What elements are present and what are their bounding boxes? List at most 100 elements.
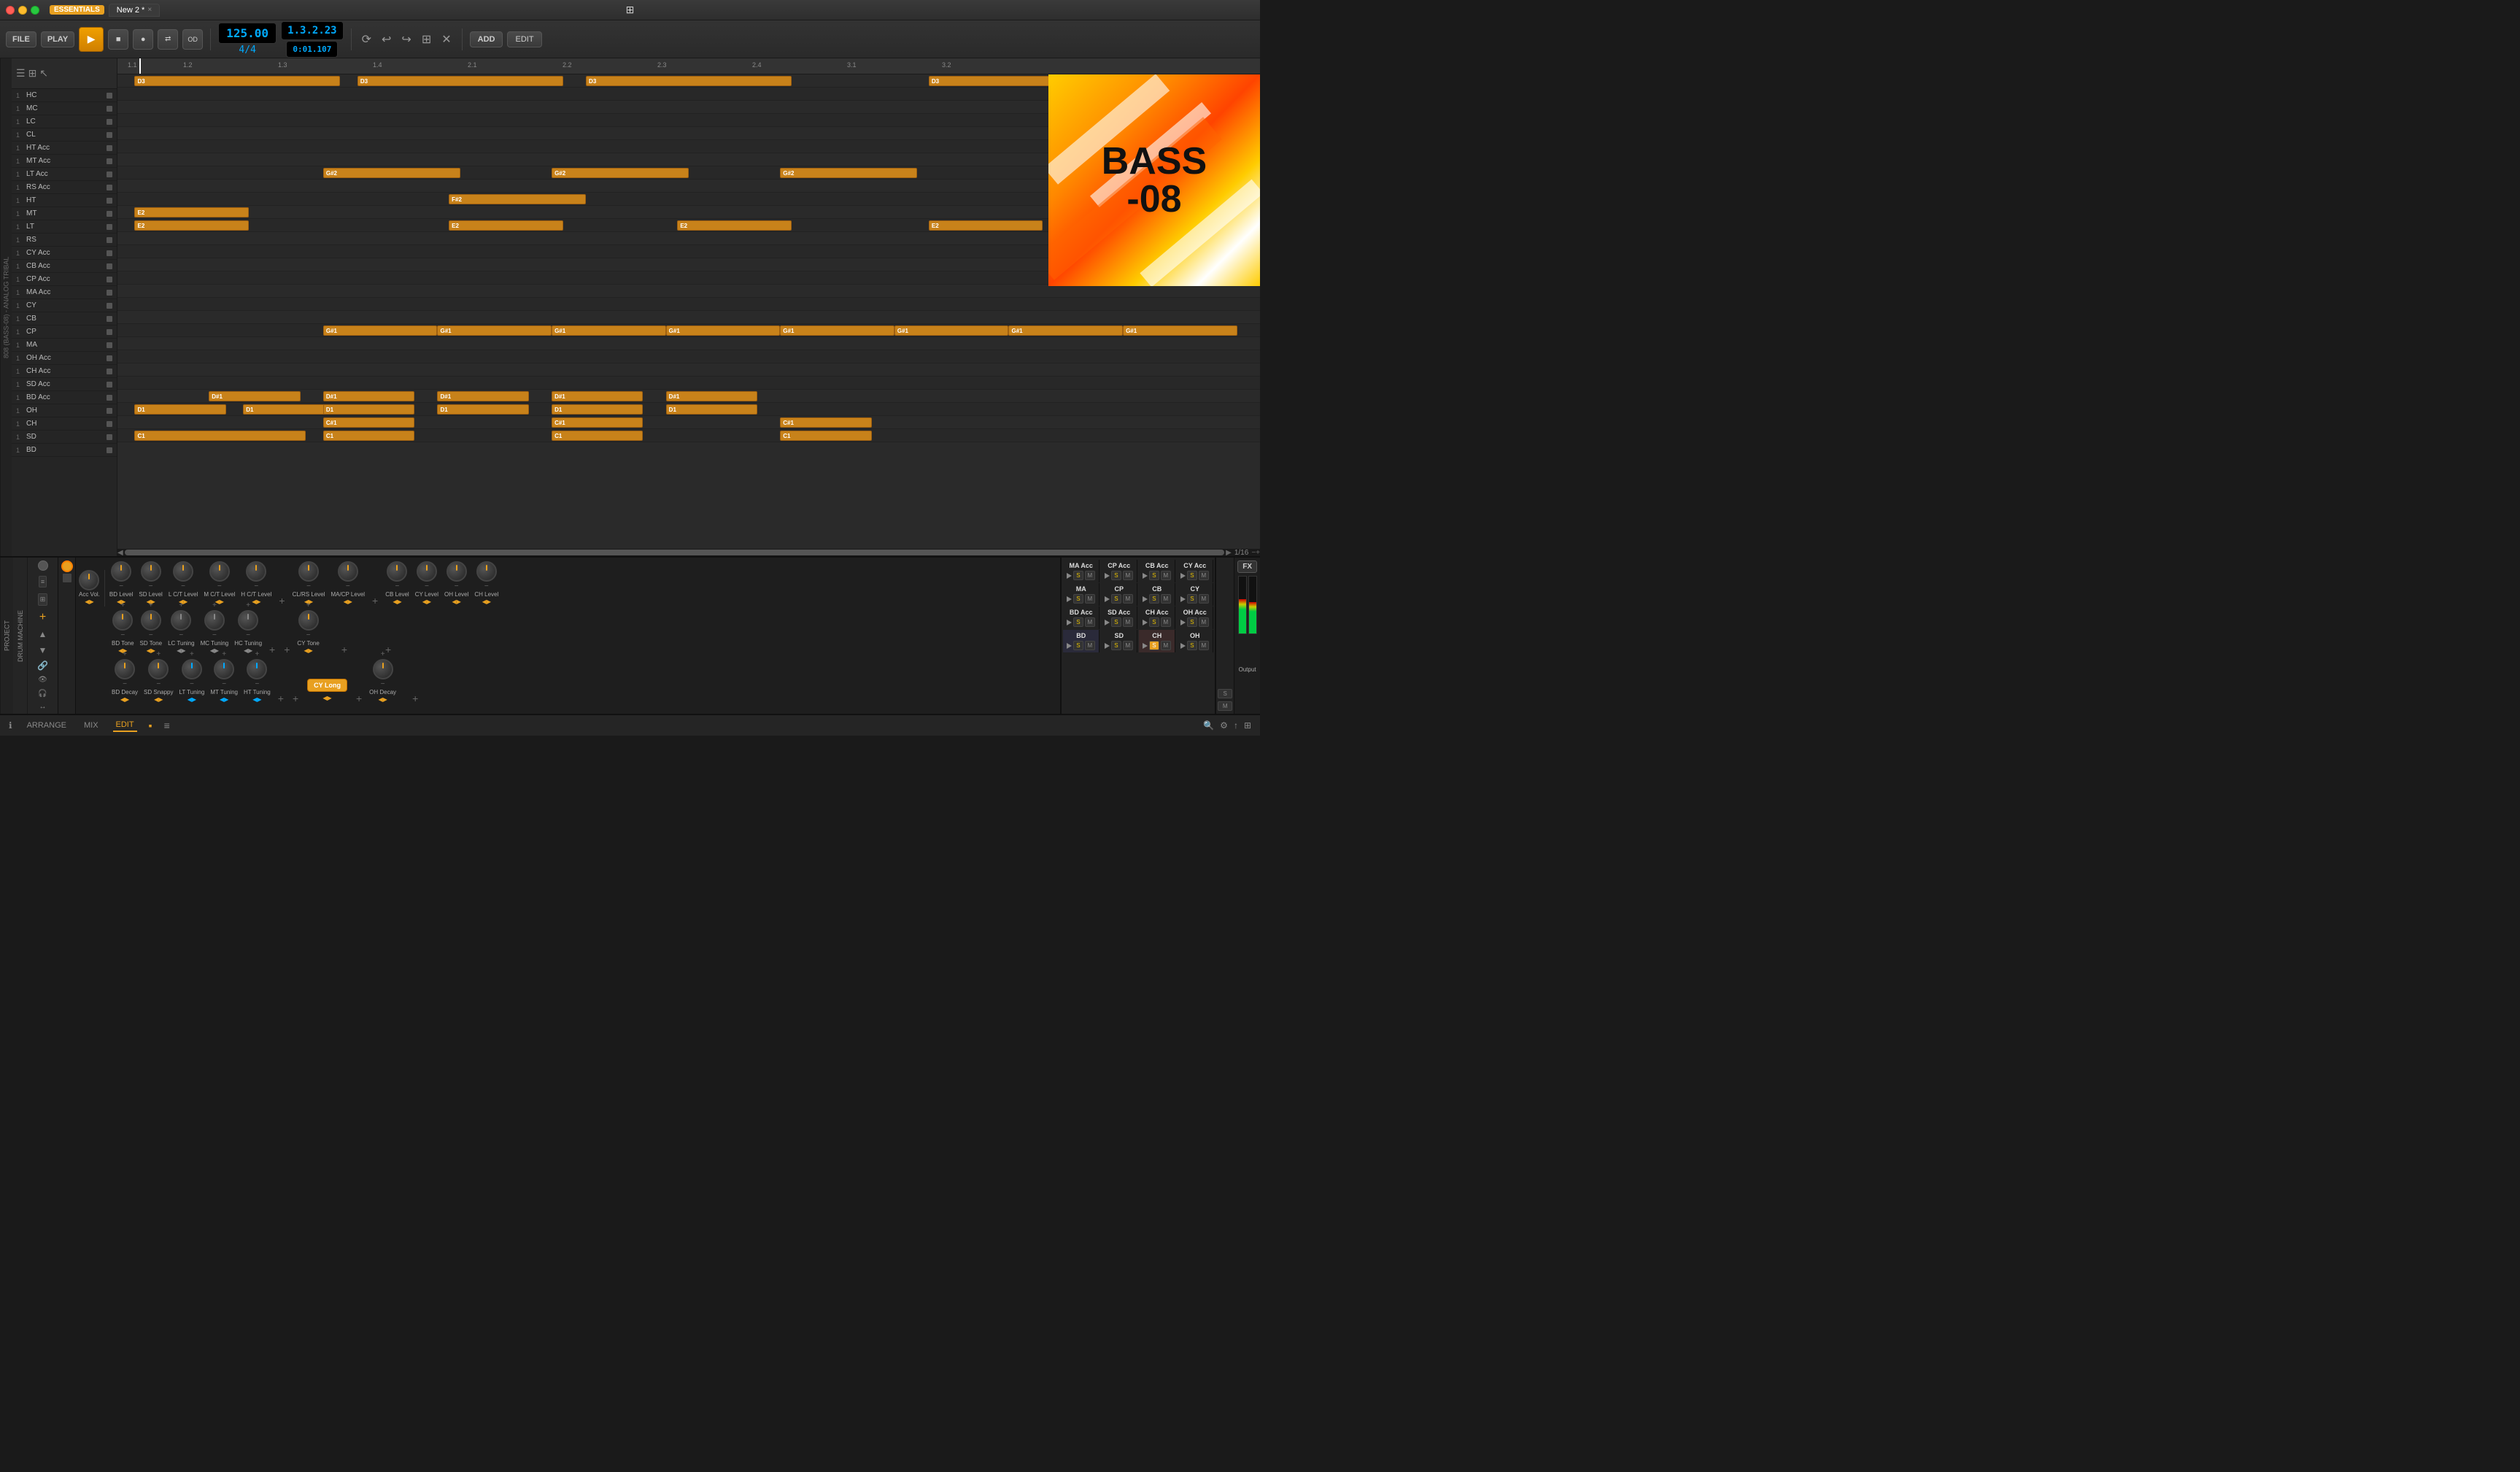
cp-play[interactable] <box>1105 596 1110 602</box>
sd-snappy-control[interactable] <box>148 659 169 679</box>
sd-snappy-minus[interactable]: − <box>155 680 161 688</box>
sd-level-control[interactable] <box>141 561 161 582</box>
overdub-button[interactable]: OD <box>182 29 203 50</box>
cp-s[interactable]: S <box>1111 594 1121 604</box>
cy-acc-play[interactable] <box>1180 573 1186 579</box>
cb-acc-m[interactable]: M <box>1161 571 1172 580</box>
search-icon[interactable]: 🔍 <box>1203 720 1214 731</box>
bd-play[interactable] <box>1067 643 1072 649</box>
track-row[interactable] <box>117 298 1260 311</box>
cb-m[interactable]: M <box>1161 594 1172 604</box>
ma-play[interactable] <box>1067 596 1072 602</box>
track-row[interactable] <box>117 350 1260 363</box>
lct-plus[interactable]: + <box>180 558 186 560</box>
track-item[interactable]: 1CL <box>12 128 117 142</box>
ma-s[interactable]: S <box>1073 594 1083 604</box>
oh-acc-play[interactable] <box>1180 620 1186 625</box>
horizontal-scrollbar[interactable]: ◀ ▶ 1/16 − + <box>117 549 1260 556</box>
bd-m[interactable]: M <box>1085 641 1096 650</box>
oh-decay-plus[interactable]: + <box>380 650 386 658</box>
cy-long-button[interactable]: CY Long <box>307 679 347 692</box>
track-item[interactable]: 1HC <box>12 89 117 102</box>
clip[interactable]: D3 <box>586 76 792 86</box>
macp-plus[interactable]: + <box>345 558 351 560</box>
dm-toggle-1[interactable] <box>63 574 71 582</box>
forward-button[interactable]: ↪ <box>398 29 414 50</box>
track-item[interactable]: 1MA Acc <box>12 286 117 299</box>
mt-tune-plus[interactable]: + <box>221 650 227 658</box>
dm-add-icon[interactable]: + <box>39 611 46 624</box>
hc-tune-control[interactable] <box>238 610 258 631</box>
clip[interactable]: D1 <box>666 404 757 415</box>
track-item[interactable]: 1MT Acc <box>12 155 117 168</box>
bd-decay-minus[interactable]: − <box>122 680 128 688</box>
ch-level-plus[interactable]: + <box>484 558 490 560</box>
bd-tone-minus[interactable]: − <box>120 631 125 639</box>
cy-tone-plus[interactable]: + <box>306 601 312 609</box>
mc-tune-control[interactable] <box>204 610 225 631</box>
edit-button[interactable]: EDIT <box>507 31 541 47</box>
sd-tone-minus[interactable]: − <box>148 631 154 639</box>
ma-acc-play[interactable] <box>1067 573 1072 579</box>
clip[interactable]: D3 <box>357 76 563 86</box>
ht-tune-plus[interactable]: + <box>254 650 260 658</box>
cy-level-minus[interactable]: − <box>424 582 430 590</box>
clip[interactable]: G#2 <box>552 168 689 178</box>
track-item[interactable]: 1CP Acc <box>12 273 117 286</box>
mct-minus[interactable]: − <box>217 582 223 590</box>
dm-nav-up[interactable]: ▲ <box>39 629 47 639</box>
clip[interactable]: E2 <box>929 220 1043 231</box>
oh-decay-control[interactable] <box>373 659 393 679</box>
clip[interactable]: F#2 <box>449 194 586 204</box>
track-item[interactable]: 1CH <box>12 417 117 431</box>
sd-acc-m[interactable]: M <box>1123 617 1134 627</box>
dm-headphone-icon[interactable]: 🎧 <box>38 690 47 698</box>
sd-acc-s[interactable]: S <box>1111 617 1121 627</box>
ma-acc-s[interactable]: S <box>1073 571 1083 580</box>
clip[interactable]: C#1 <box>552 417 643 428</box>
mc-tune-minus[interactable]: − <box>212 631 217 639</box>
dm-arrow-icon[interactable]: ↔ <box>39 703 47 711</box>
hc-tune-minus[interactable]: − <box>245 631 251 639</box>
track-row[interactable] <box>117 337 1260 350</box>
track-row[interactable] <box>117 377 1260 390</box>
clrs-control[interactable] <box>298 561 319 582</box>
sd-plus[interactable]: + <box>148 558 154 560</box>
oh-level-plus[interactable]: + <box>454 558 460 560</box>
clip[interactable]: D3 <box>134 76 340 86</box>
clip[interactable]: E2 <box>134 220 249 231</box>
bd-level-plus[interactable]: + <box>118 558 124 560</box>
clip[interactable]: C#1 <box>323 417 414 428</box>
cb-acc-play[interactable] <box>1143 573 1148 579</box>
clip[interactable]: G#1 <box>1008 325 1123 336</box>
clip[interactable]: G#1 <box>1123 325 1237 336</box>
mt-tune-minus[interactable]: − <box>221 680 227 688</box>
clip[interactable]: C1 <box>134 431 306 441</box>
bd-acc-m[interactable]: M <box>1085 617 1096 627</box>
track-item[interactable]: 1OH <box>12 404 117 417</box>
dm-nav-down[interactable]: ▼ <box>39 645 47 655</box>
close-button[interactable] <box>6 6 15 15</box>
bd-decay-control[interactable] <box>115 659 135 679</box>
oh-level-minus[interactable]: − <box>454 582 460 590</box>
hct-control[interactable] <box>246 561 266 582</box>
clip[interactable]: G#1 <box>552 325 666 336</box>
clip[interactable]: D#1 <box>552 391 643 401</box>
nav-arrange[interactable]: ARRANGE <box>24 720 69 731</box>
cp-m[interactable]: M <box>1123 594 1134 604</box>
clip[interactable]: D#1 <box>209 391 300 401</box>
track-item[interactable]: 1LC <box>12 115 117 128</box>
track-item[interactable]: 1OH Acc <box>12 352 117 365</box>
add-button[interactable]: ADD <box>470 31 503 47</box>
lt-tune-minus[interactable]: − <box>189 680 195 688</box>
track-row[interactable]: G#1G#1G#1G#1G#1G#1G#1G#1 <box>117 324 1260 337</box>
mt-tune-control[interactable] <box>214 659 234 679</box>
dm-icon-btn-2[interactable]: ≡ <box>39 576 47 587</box>
oh-play[interactable] <box>1180 643 1186 649</box>
track-item[interactable]: 1MA <box>12 339 117 352</box>
del-button[interactable]: ✕ <box>438 29 454 50</box>
clip[interactable]: C#1 <box>780 417 871 428</box>
maximize-button[interactable] <box>31 6 39 15</box>
sd-acc-play[interactable] <box>1105 620 1110 625</box>
bd-decay-plus[interactable]: + <box>122 650 128 658</box>
